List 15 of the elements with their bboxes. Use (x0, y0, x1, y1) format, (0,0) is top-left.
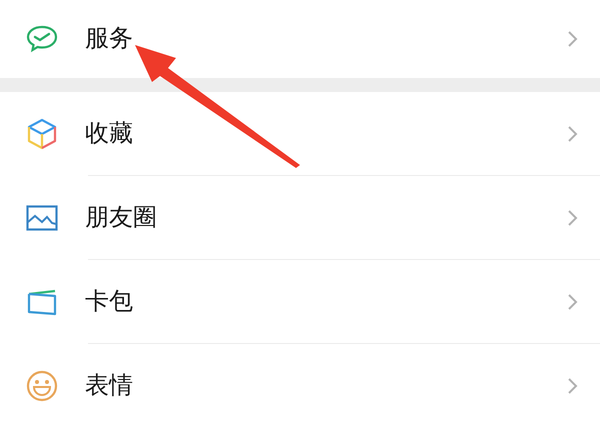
chevron-right-icon (567, 125, 578, 143)
chevron-right-icon (567, 293, 578, 311)
landscape-picture-icon (26, 205, 58, 231)
cube-icon (26, 118, 56, 150)
smiley-icon (26, 370, 58, 402)
menu-label: 表情 (85, 370, 134, 400)
chevron-right-icon (567, 30, 578, 48)
menu-label: 朋友圈 (85, 203, 158, 233)
chat-check-icon (26, 25, 58, 53)
card-holder-icon (26, 288, 56, 316)
menu-label: 收藏 (85, 119, 134, 149)
menu-label: 卡包 (85, 287, 134, 317)
chevron-right-icon (567, 376, 578, 394)
menu-label: 服务 (85, 24, 134, 54)
chevron-right-icon (567, 209, 578, 227)
